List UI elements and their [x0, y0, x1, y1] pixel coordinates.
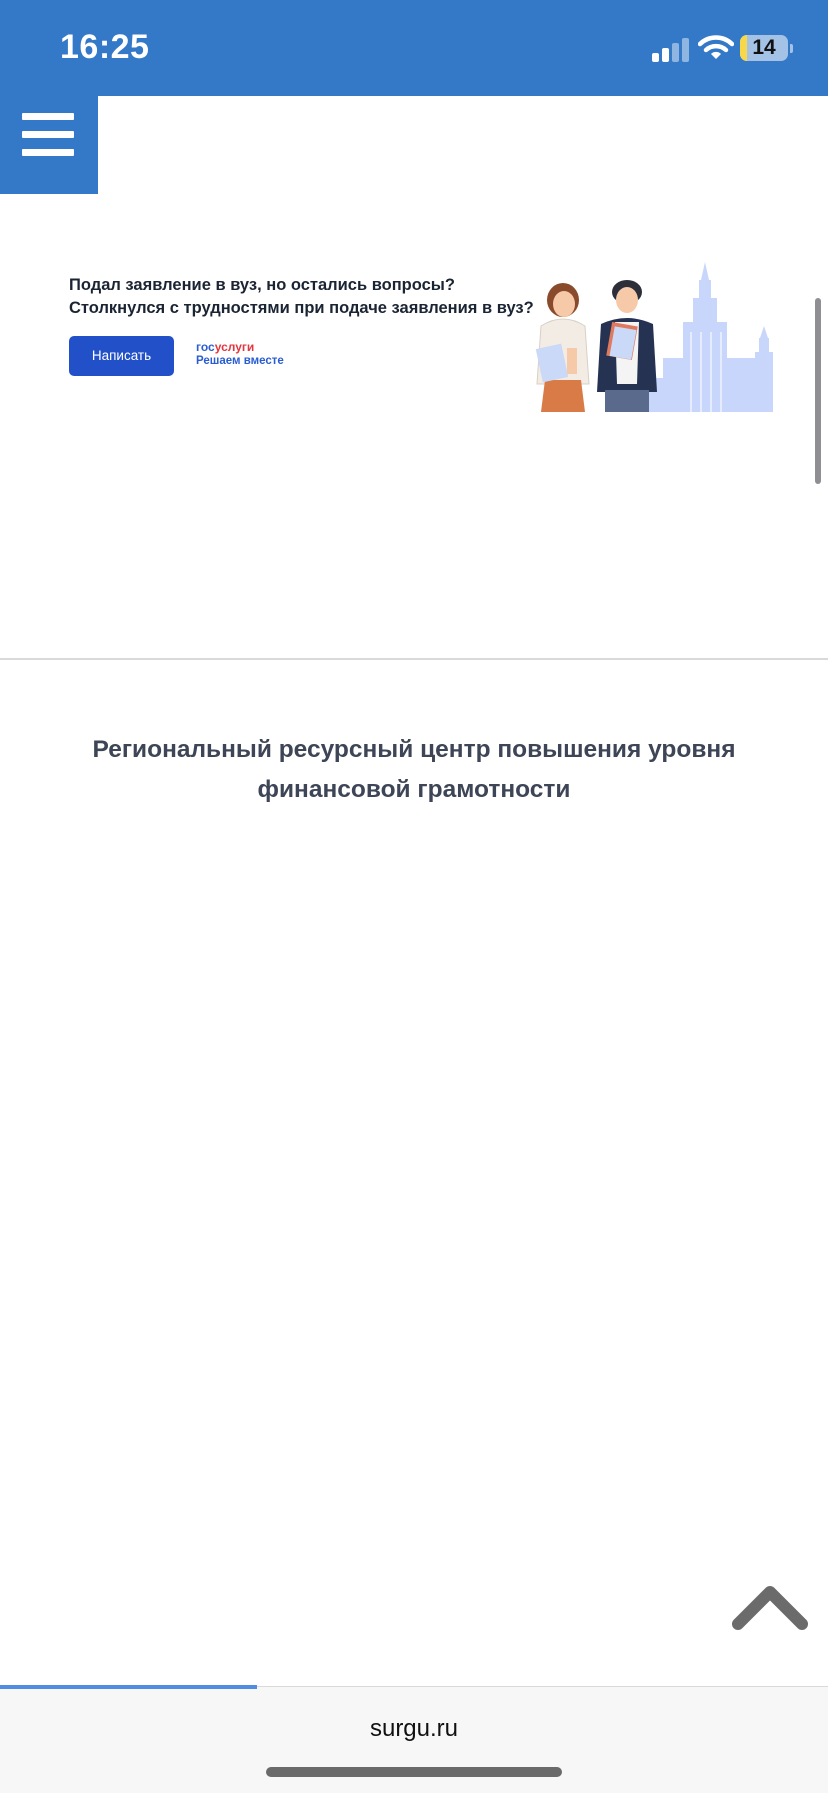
gosuslugi-brand-part2: услуги — [214, 340, 255, 354]
banner-subtext: Столкнулся с трудностями при подаче заяв… — [69, 299, 534, 317]
browser-address-bar: surgu.ru — [0, 1685, 828, 1793]
hamburger-menu-button[interactable] — [0, 96, 98, 194]
students-university-illustration — [535, 262, 773, 412]
gosuslugi-logo[interactable]: госуслуги Решаем вместе — [196, 340, 284, 367]
battery-icon: 14 — [740, 35, 788, 61]
banner-question: Подал заявление в вуз, но остались вопро… — [69, 276, 455, 294]
scrollbar-thumb[interactable] — [815, 298, 821, 484]
status-time: 16:25 — [60, 28, 150, 66]
scroll-to-top-button[interactable] — [730, 1582, 810, 1632]
status-bar: 16:25 14 — [0, 0, 828, 96]
section-title-line1: Региональный ресурсный центр повышения у… — [92, 736, 736, 763]
battery-level: 14 — [752, 36, 776, 59]
battery-nub — [790, 44, 793, 53]
gosuslugi-brand: госуслуги — [196, 340, 284, 354]
url-field[interactable]: surgu.ru — [0, 1715, 828, 1743]
page-load-progress — [0, 1685, 257, 1689]
home-indicator[interactable] — [266, 1767, 562, 1777]
gosuslugi-banner: Подал заявление в вуз, но остались вопро… — [0, 240, 828, 440]
gosuslugi-tagline: Решаем вместе — [196, 355, 284, 367]
write-button[interactable]: Написать — [69, 336, 174, 376]
section-divider — [0, 658, 828, 660]
gosuslugi-brand-part1: гос — [196, 340, 215, 354]
chevron-up-icon[interactable] — [730, 1582, 810, 1632]
section-title: Региональный ресурсный центр повышения у… — [40, 730, 788, 810]
wifi-icon — [698, 35, 734, 59]
cellular-signal-icon — [652, 36, 692, 62]
section-title-line2: финансовой грамотности — [257, 776, 571, 803]
